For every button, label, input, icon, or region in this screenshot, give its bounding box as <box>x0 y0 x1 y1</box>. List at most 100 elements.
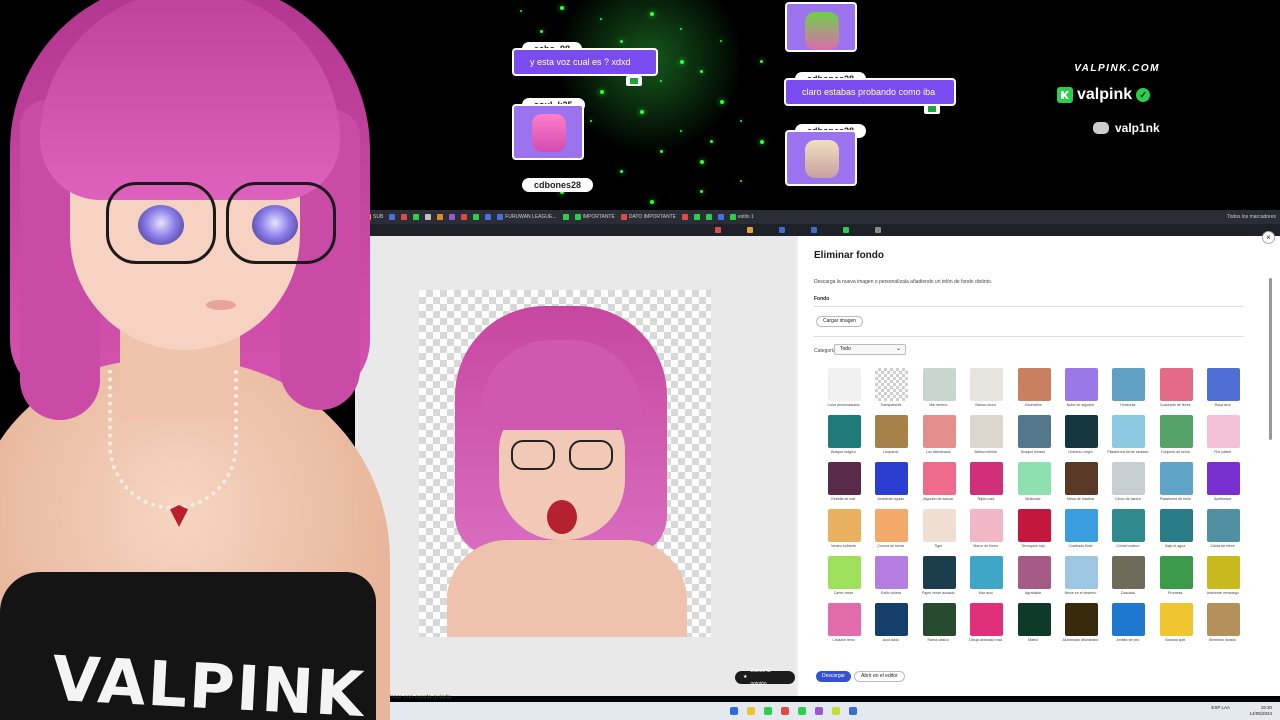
background-option[interactable]: Leopardo <box>867 415 914 462</box>
background-option[interactable]: Plataforma verde azulado <box>1104 415 1151 462</box>
upload-image-button[interactable]: Cargar imagen <box>816 316 864 327</box>
background-swatch <box>828 368 861 401</box>
bookmark-item[interactable] <box>485 214 492 220</box>
background-option[interactable]: Caída de nieve <box>1199 509 1246 556</box>
background-option[interactable]: Elemento dorado <box>1199 603 1246 650</box>
background-option[interactable]: Cuadrado Bold <box>1057 509 1104 556</box>
background-option[interactable]: Tigre <box>915 509 962 556</box>
app-icon[interactable] <box>798 707 806 715</box>
category-select[interactable]: Todo ⌄ <box>834 344 906 355</box>
bookmark-item[interactable] <box>705 214 712 220</box>
background-option[interactable]: Verano brillante <box>820 509 867 556</box>
background-option[interactable]: Cuadrado de flores <box>1152 368 1199 415</box>
background-option[interactable]: Cristal costero <box>1104 509 1151 556</box>
background-option[interactable]: Horizonte <box>1104 368 1151 415</box>
background-option[interactable]: Nieve en el desierto <box>1057 556 1104 603</box>
guided-create-link[interactable]: Crear con ayuda guiada <box>387 695 451 701</box>
background-option[interactable]: Agradable <box>1010 556 1057 603</box>
background-option[interactable]: Mar sereno <box>915 368 962 415</box>
background-option[interactable]: Flor pastel <box>1199 415 1246 462</box>
bookmark-item[interactable]: DATO IMPORTANTE <box>620 214 676 220</box>
background-option[interactable]: Rama clásico <box>915 603 962 650</box>
tab-favicon-icon[interactable] <box>747 227 753 233</box>
tab-favicon-icon[interactable] <box>715 227 721 233</box>
background-option[interactable]: Geometria <box>1010 368 1057 415</box>
background-option[interactable]: Matriz <box>1010 603 1057 650</box>
background-option[interactable]: Nube de algodón <box>1057 368 1104 415</box>
background-option[interactable]: Algodón de azúcar <box>915 462 962 509</box>
bookmark-item[interactable]: estilo 1 <box>729 214 754 220</box>
background-option[interactable]: Ambiente líquido <box>867 462 914 509</box>
background-option[interactable]: Color personalizado <box>820 368 867 415</box>
background-option[interactable]: Alumbrado difuminado <box>1057 603 1104 650</box>
tab-favicon-icon[interactable] <box>875 227 881 233</box>
bookmark-item[interactable]: IMPORTANTE <box>574 214 615 220</box>
background-option[interactable]: Mar azul <box>962 556 1009 603</box>
bookmark-item[interactable] <box>413 214 420 220</box>
bookmark-item[interactable] <box>437 214 444 220</box>
background-option[interactable]: Ámbito de pez <box>1104 603 1151 650</box>
app-icon[interactable] <box>815 707 823 715</box>
background-option[interactable]: Multicolor <box>1010 462 1057 509</box>
background-option[interactable]: Estilo violeta <box>867 556 914 603</box>
bookmark-item[interactable] <box>681 214 688 220</box>
background-option[interactable]: Luz difuminada <box>915 415 962 462</box>
background-option[interactable]: Synthwave <box>1199 462 1246 509</box>
system-tray[interactable]: 19:30 14/05/2024 <box>1249 705 1272 717</box>
background-option[interactable]: Ambiente veraniego <box>1199 556 1246 603</box>
background-option[interactable]: Bosque helado <box>1010 415 1057 462</box>
background-option[interactable]: Mesa de madera <box>1057 462 1104 509</box>
tab-favicon-icon[interactable] <box>811 227 817 233</box>
cutout-preview[interactable] <box>419 290 711 637</box>
background-option[interactable]: Transparente <box>867 368 914 415</box>
close-icon[interactable]: × <box>1262 231 1275 244</box>
bookmark-item[interactable] <box>449 214 456 220</box>
bookmark-item[interactable] <box>401 214 408 220</box>
background-option[interactable]: Cerco de piedra <box>1104 462 1151 509</box>
app-icon[interactable] <box>764 707 772 715</box>
background-option[interactable]: Terciopelo rojo <box>1010 509 1057 556</box>
feedback-button[interactable]: ★ Danos tu opinión <box>735 668 795 687</box>
background-option[interactable]: Bosque mágico <box>820 415 867 462</box>
open-editor-button[interactable]: Abrir en el editor <box>854 671 905 682</box>
all-bookmarks[interactable]: Todos los marcadores <box>1227 214 1276 220</box>
background-option[interactable]: Dibujo animado rosa <box>962 603 1009 650</box>
language-indicator[interactable]: ESP LAA <box>1211 705 1230 711</box>
background-option[interactable]: Marco de flores <box>962 509 1009 556</box>
app-icon[interactable] <box>849 707 857 715</box>
tab-favicon-icon[interactable] <box>843 227 849 233</box>
scrollbar[interactable] <box>1269 278 1272 440</box>
background-option[interactable]: Promesa <box>1152 556 1199 603</box>
background-option[interactable]: Blanco niveo <box>962 368 1009 415</box>
app-icon[interactable] <box>832 707 840 715</box>
background-option[interactable]: Conjunto de selva <box>1152 415 1199 462</box>
download-button[interactable]: Descargar <box>816 671 852 682</box>
bookmark-item[interactable] <box>425 214 432 220</box>
background-option[interactable]: Blanco infinito <box>962 415 1009 462</box>
background-option[interactable]: Cartel verde <box>820 556 867 603</box>
app-icon[interactable] <box>781 707 789 715</box>
background-option[interactable]: Banana split <box>1152 603 1199 650</box>
bookmark-item[interactable]: FURUWAN LEAGUE... <box>497 214 557 220</box>
bookmark-item[interactable] <box>389 214 396 220</box>
sparkle <box>540 30 543 33</box>
background-option[interactable]: Papel verde azulado <box>915 556 962 603</box>
bookmark-item[interactable] <box>717 214 724 220</box>
background-option[interactable]: Corazón lleno <box>820 603 867 650</box>
background-option[interactable]: Corona de borde <box>867 509 914 556</box>
start-icon[interactable] <box>730 707 738 715</box>
bookmark-item[interactable] <box>562 214 569 220</box>
background-option[interactable]: Azul ácido <box>867 603 914 650</box>
background-option[interactable]: Tejido rosa <box>962 462 1009 509</box>
bookmark-item[interactable] <box>693 214 700 220</box>
bookmark-item[interactable] <box>461 214 468 220</box>
background-option[interactable]: Estrella de mar <box>820 462 867 509</box>
background-option[interactable]: Bajo el agua <box>1152 509 1199 556</box>
bookmark-item[interactable] <box>473 214 480 220</box>
folder-icon[interactable] <box>747 707 755 715</box>
background-option[interactable]: Rosa azul <box>1199 368 1246 415</box>
background-option[interactable]: Plataforma de hielo <box>1152 462 1199 509</box>
background-option[interactable]: Cascada <box>1104 556 1151 603</box>
tab-favicon-icon[interactable] <box>779 227 785 233</box>
background-option[interactable]: Universo negro <box>1057 415 1104 462</box>
